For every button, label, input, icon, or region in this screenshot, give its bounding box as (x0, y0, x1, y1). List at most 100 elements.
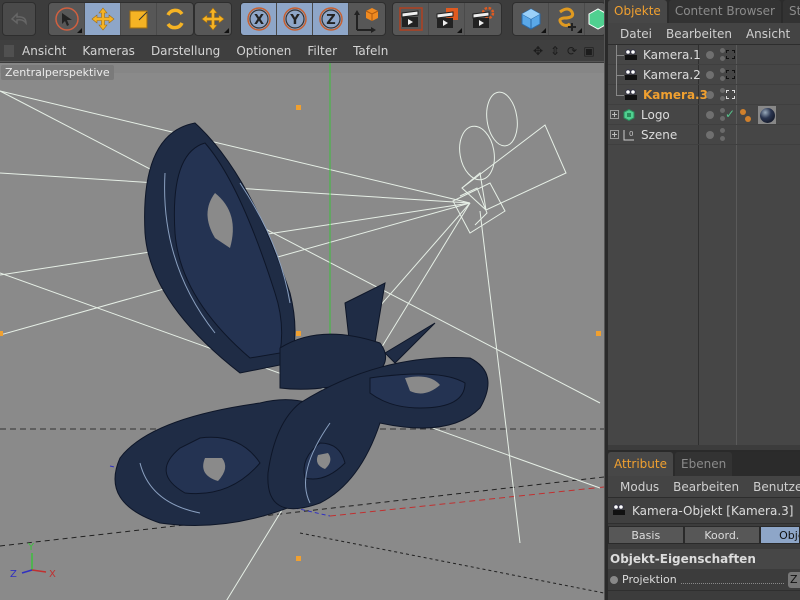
object-name[interactable]: Kamera.2 (643, 68, 703, 82)
render-picture-viewer-button[interactable] (429, 3, 465, 35)
visibility-toggle[interactable] (706, 51, 714, 59)
render-view-button[interactable] (393, 3, 429, 35)
phong-tag-icon[interactable] (739, 106, 755, 124)
camera-icon (624, 68, 638, 81)
x-axis-icon: X (246, 7, 271, 31)
editor-render-toggle[interactable] (720, 88, 725, 104)
menu-ansicht[interactable]: Ansicht (22, 44, 66, 58)
material-tag-icon[interactable] (758, 106, 776, 124)
tab-attribute[interactable]: Attribute (608, 452, 673, 476)
viewport-menubar: Ansicht Kameras Darstellung Optionen Fil… (0, 40, 604, 62)
enabled-check-icon[interactable]: ✓ (725, 107, 735, 121)
section-header: Objekt-Eigenschaften (608, 549, 800, 569)
menu-filter[interactable]: Filter (307, 44, 337, 58)
editor-render-toggle[interactable] (720, 128, 725, 144)
add-cube-button[interactable] (513, 3, 549, 35)
menu-kameras[interactable]: Kameras (82, 44, 135, 58)
object-name[interactable]: Szene (641, 128, 701, 142)
property-projektion: Projektion Zentralperspektive (608, 569, 800, 591)
null-object-icon (622, 108, 636, 121)
camera-target-icon[interactable] (726, 70, 735, 79)
object-row-kamera-3[interactable]: Kamera.3 (608, 84, 800, 105)
create-group (512, 2, 606, 36)
editor-render-toggle[interactable] (720, 48, 725, 64)
visibility-toggle[interactable] (706, 71, 714, 79)
viewport-nav-icons: ✥ ⇕ ⟳ ▣ (531, 43, 596, 59)
menu-benutzer[interactable]: Benutzer (753, 480, 800, 494)
live-selection-button[interactable] (49, 3, 85, 35)
camera-target-icon-active[interactable] (726, 90, 735, 99)
render-picture-viewer-icon (436, 8, 458, 28)
add-generator-button[interactable] (585, 3, 605, 35)
visibility-toggle[interactable] (706, 111, 714, 119)
animation-key-icon[interactable] (610, 575, 618, 584)
visibility-toggle[interactable] (706, 131, 714, 139)
right-panel: Objekte Content Browser Struktur Datei B… (608, 0, 800, 600)
editor-render-toggle[interactable] (720, 68, 725, 84)
rotate-tool-button[interactable] (157, 3, 193, 35)
menu-tafeln[interactable]: Tafeln (353, 44, 388, 58)
subtab-basis[interactable]: Basis (608, 526, 684, 544)
expand-icon[interactable] (610, 110, 619, 119)
toggle-layout-icon[interactable]: ▣ (582, 43, 596, 59)
add-spline-button[interactable] (549, 3, 585, 35)
zoom-icon[interactable]: ⇕ (548, 43, 562, 59)
object-manager-tabs: Objekte Content Browser Struktur (608, 0, 800, 23)
subtab-objekt[interactable]: Objekt (760, 526, 800, 544)
move-last-icon (201, 7, 225, 31)
main-toolbar: X Y Z (0, 0, 606, 40)
panel-grip-handle[interactable] (4, 44, 14, 57)
subtab-koord[interactable]: Koord. (683, 526, 761, 544)
move-tool-button[interactable] (85, 3, 121, 35)
z-axis-label: Z (10, 569, 17, 580)
scale-icon (129, 10, 147, 29)
object-row-logo[interactable]: Logo ✓ (608, 105, 800, 125)
x-axis-lock-button[interactable]: X (241, 3, 277, 35)
projektion-dropdown[interactable]: Zentralperspektive (788, 571, 800, 588)
tab-struktur[interactable]: Struktur (783, 0, 800, 23)
object-row-kamera-2[interactable]: Kamera.2 (608, 64, 800, 85)
property-label: Projektion (622, 573, 677, 586)
tab-content-browser[interactable]: Content Browser (668, 0, 781, 23)
y-axis-icon: Y (282, 7, 307, 31)
y-axis-lock-button[interactable]: Y (277, 3, 313, 35)
visibility-toggle[interactable] (706, 91, 714, 99)
coordinate-system-button[interactable] (349, 3, 385, 35)
recent-tool-group (194, 2, 232, 36)
menu-darstellung[interactable]: Darstellung (151, 44, 220, 58)
tab-ebenen[interactable]: Ebenen (675, 452, 733, 476)
object-row-kamera-1[interactable]: Kamera.1 (608, 44, 800, 65)
recent-tool-button[interactable] (195, 3, 231, 35)
coordinate-system-icon (354, 8, 379, 33)
object-name[interactable]: Kamera.1 (643, 48, 703, 62)
scale-tool-button[interactable] (121, 3, 157, 35)
attribute-title: Kamera-Objekt [Kamera.3] (608, 498, 800, 524)
camera-target-icon[interactable] (726, 50, 735, 59)
object-name-selected[interactable]: Kamera.3 (643, 88, 708, 102)
object-row-szene[interactable]: 0 Szene (608, 125, 800, 145)
render-settings-button[interactable] (465, 3, 501, 35)
projection-label: Zentralperspektive (1, 65, 114, 80)
camera-icon (624, 88, 638, 101)
menu-modus[interactable]: Modus (620, 480, 659, 494)
menu-optionen[interactable]: Optionen (236, 44, 291, 58)
x-axis-label: X (49, 569, 56, 580)
move-icon (91, 7, 114, 31)
orbit-icon[interactable]: ⟳ (565, 43, 579, 59)
live-selection-icon (54, 7, 79, 31)
z-axis-lock-button[interactable]: Z (313, 3, 349, 35)
axis-lock-group: X Y Z (240, 2, 386, 36)
menu-bearbeiten[interactable]: Bearbeiten (673, 480, 739, 494)
expand-icon[interactable] (610, 130, 619, 139)
cube-icon (521, 8, 540, 30)
tab-objekte[interactable]: Objekte (608, 0, 667, 23)
undo-button[interactable] (2, 2, 36, 36)
menu-datei[interactable]: Datei (620, 27, 652, 41)
menu-bearbeiten[interactable]: Bearbeiten (666, 27, 732, 41)
object-title: Kamera-Objekt [Kamera.3] (632, 503, 794, 518)
3d-viewport[interactable]: Y X Z Zentralperspektive (0, 63, 604, 600)
object-name[interactable]: Logo (641, 108, 701, 122)
menu-ansicht[interactable]: Ansicht (746, 27, 790, 41)
y-axis-label: Y (27, 542, 35, 553)
pan-icon[interactable]: ✥ (531, 43, 545, 59)
